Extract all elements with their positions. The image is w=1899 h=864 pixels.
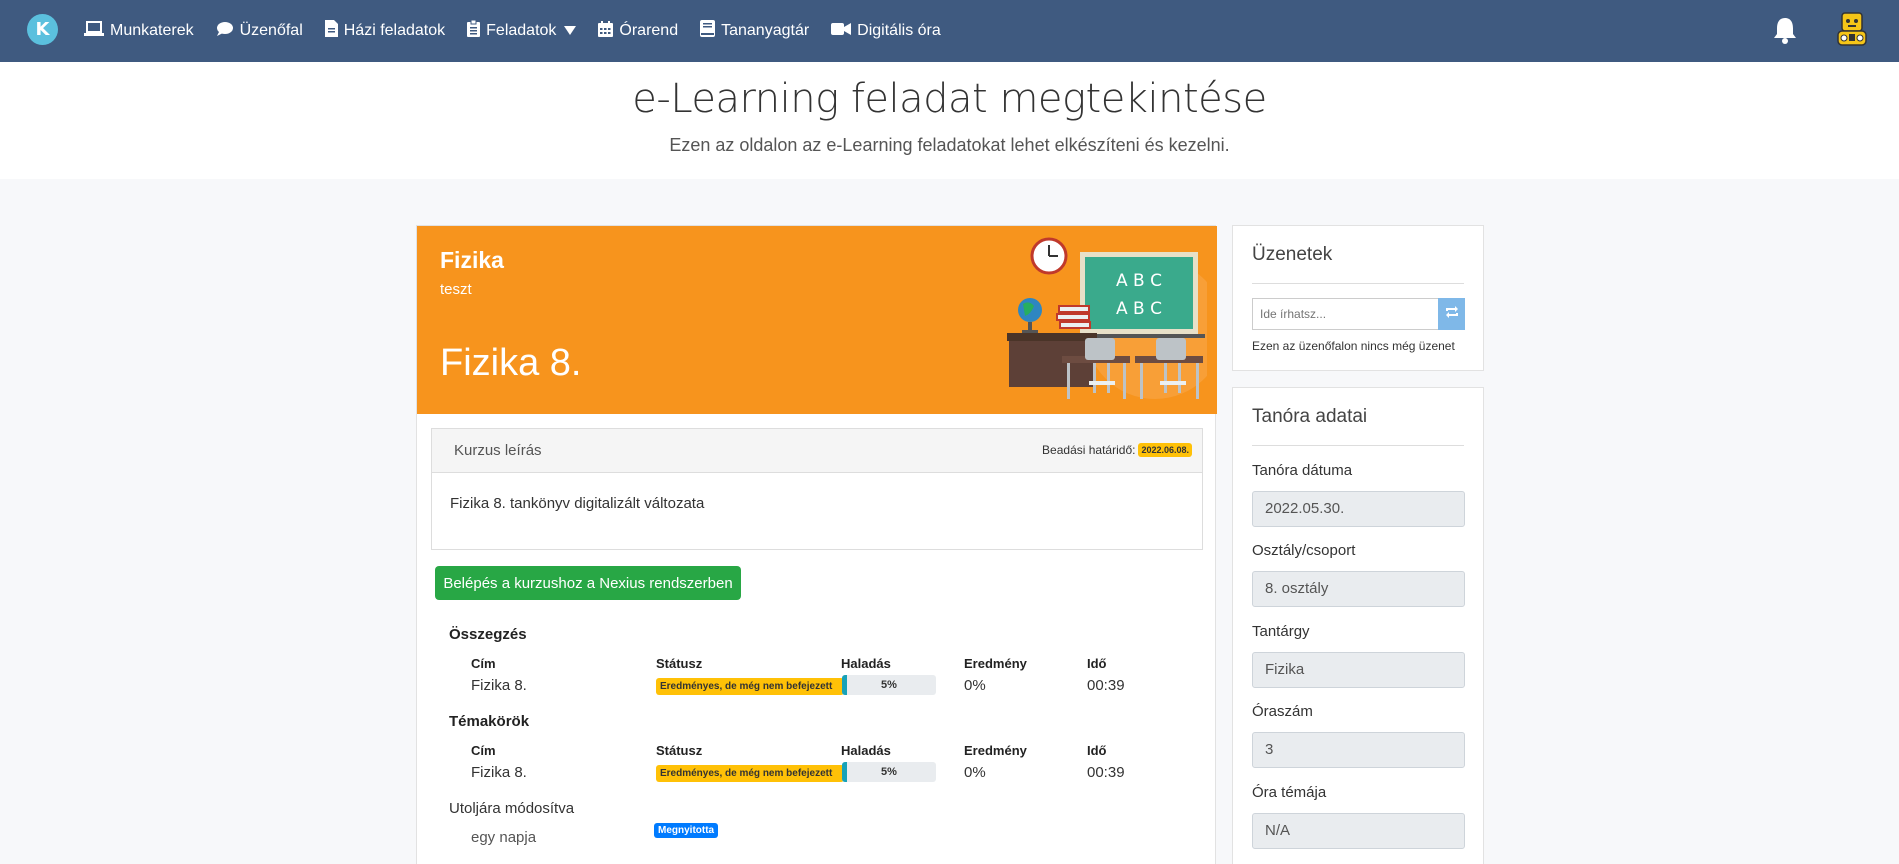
summary-title: Összegzés	[449, 626, 527, 643]
nav-item-label: Üzenőfal	[239, 22, 303, 39]
summary-row-time: 00:39	[1087, 677, 1125, 694]
subject-label: Tantárgy	[1252, 623, 1310, 640]
col-head-progress: Haladás	[841, 656, 891, 671]
nav-item-label: Házi feladatok	[343, 22, 446, 39]
lesson-date-field: 2022.05.30.	[1252, 491, 1465, 527]
topics-progress-label: 5%	[881, 766, 897, 778]
bell-icon[interactable]	[1773, 16, 1797, 44]
board-text-line-2: A B C	[1116, 299, 1162, 319]
deadline-badge: 2022.06.08.	[1138, 443, 1192, 457]
video-icon	[831, 22, 852, 41]
course-description-header: Kurzus leírás Beadási határidő: 2022.06.…	[432, 429, 1202, 473]
col-head-title: Cím	[471, 656, 496, 671]
summary-row-title: Fizika 8.	[471, 677, 527, 694]
col-head-time: Idő	[1087, 656, 1107, 671]
course-description-text: Fizika 8. tankönyv digitalizált változat…	[450, 495, 705, 512]
clipboard-icon	[467, 19, 481, 42]
course-description-box: Kurzus leírás Beadási határidő: 2022.06.…	[431, 428, 1203, 550]
banner-subtitle: teszt	[440, 281, 472, 298]
lesson-info-card: Tanóra adatai Tanóra dátuma 2022.05.30. …	[1232, 387, 1484, 864]
app-logo[interactable]: K	[27, 14, 58, 45]
message-input[interactable]	[1252, 298, 1438, 330]
messages-title: Üzenetek	[1252, 244, 1333, 265]
opened-badge: Megnyitotta	[654, 823, 719, 838]
class-group-label: Osztály/csoport	[1252, 542, 1356, 559]
col-head-result: Eredmény	[964, 743, 1027, 758]
lesson-number-field: 3	[1252, 732, 1465, 768]
summary-progress-label: 5%	[881, 679, 897, 691]
nav-item-tananyagtar[interactable]: Tananyagtár	[700, 20, 809, 42]
messages-card: Üzenetek Ezen az üzenőfalon nincs még üz…	[1232, 225, 1484, 371]
lesson-info-title: Tanóra adatai	[1252, 406, 1368, 427]
deadline-label: Beadási határidő:	[1042, 443, 1136, 457]
classroom-illustration-icon: A B C A B C	[1007, 237, 1207, 399]
col-head-status: Státusz	[656, 656, 703, 671]
nav-item-label: Munkaterek	[110, 22, 194, 39]
class-group-field: 8. osztály	[1252, 571, 1465, 607]
lesson-topic-field: N/A	[1252, 813, 1465, 849]
topics-row-title: Fizika 8.	[471, 764, 527, 781]
caret-down-icon	[564, 22, 577, 40]
deadline: Beadási határidő: 2022.06.08.	[1042, 443, 1192, 457]
top-navbar: K Munkaterek Üzenőfal Házi feladatok Fel…	[0, 0, 1899, 62]
banner-subject: Fizika	[440, 247, 504, 273]
page-header: e-Learning feladat megtekintése Ezen az …	[0, 62, 1899, 179]
topics-progress-bar: 5%	[842, 762, 936, 782]
book-icon	[700, 20, 716, 42]
nav-item-label: Feladatok	[486, 22, 557, 39]
topics-row-time: 00:39	[1087, 764, 1125, 781]
subject-field: Fizika	[1252, 652, 1465, 688]
calendar-icon	[598, 20, 614, 42]
summary-progress-bar: 5%	[842, 675, 936, 695]
laptop-icon	[84, 20, 104, 42]
topics-status-badge: Eredményes, de még nem befejezett	[656, 765, 844, 782]
board-text-line-1: A B C	[1116, 271, 1162, 291]
nav-menu: Munkaterek Üzenőfal Házi feladatok Felad…	[84, 0, 963, 62]
nav-item-digitalis-ora[interactable]: Digitális óra	[831, 22, 941, 41]
col-head-time: Idő	[1087, 743, 1107, 758]
topics-title: Témakörök	[449, 713, 530, 730]
nav-item-feladatok[interactable]: Feladatok	[467, 19, 577, 42]
topics-row-result: 0%	[964, 764, 986, 781]
send-message-button[interactable]	[1438, 298, 1465, 330]
banner-title: Fizika 8.	[440, 342, 582, 384]
nav-item-munkaterek[interactable]: Munkaterek	[84, 20, 194, 42]
course-description-label: Kurzus leírás	[454, 442, 542, 459]
nav-item-hazi-feladatok[interactable]: Házi feladatok	[324, 20, 446, 42]
file-icon	[324, 20, 338, 42]
page-title: e-Learning feladat megtekintése	[632, 76, 1267, 122]
retweet-icon	[1444, 305, 1460, 323]
messages-divider	[1252, 283, 1464, 284]
course-banner: Fizika teszt Fizika 8. A B C A B C	[417, 226, 1217, 414]
lesson-info-divider	[1252, 445, 1464, 446]
col-head-title: Cím	[471, 743, 496, 758]
page-subtitle: Ezen az oldalon az e-Learning feladatoka…	[669, 135, 1230, 155]
messages-empty-text: Ezen az üzenőfalon nincs még üzenet	[1252, 339, 1455, 353]
last-modified-when: egy napja	[471, 829, 537, 846]
nav-item-orarend[interactable]: Órarend	[598, 20, 679, 42]
chat-icon	[216, 21, 234, 42]
last-modified-label: Utoljára módosítva	[449, 800, 575, 817]
nav-item-label: Digitális óra	[857, 22, 941, 39]
summary-row-result: 0%	[964, 677, 986, 694]
nav-item-label: Tananyagtár	[721, 22, 810, 39]
avatar[interactable]	[1834, 11, 1870, 49]
col-head-progress: Haladás	[841, 743, 891, 758]
summary-status-badge: Eredményes, de még nem befejezett	[656, 678, 844, 695]
col-head-result: Eredmény	[964, 656, 1027, 671]
nav-item-uzenofal[interactable]: Üzenőfal	[216, 21, 303, 42]
lesson-date-label: Tanóra dátuma	[1252, 462, 1353, 479]
nav-item-label: Órarend	[619, 22, 679, 39]
nexius-login-button[interactable]: Belépés a kurzushoz a Nexius rendszerben	[435, 566, 741, 600]
lesson-topic-label: Óra témája	[1252, 784, 1327, 801]
col-head-status: Státusz	[656, 743, 703, 758]
lesson-number-label: Óraszám	[1252, 703, 1313, 720]
course-card: Fizika teszt Fizika 8. A B C A B C Kurzu…	[416, 225, 1217, 864]
